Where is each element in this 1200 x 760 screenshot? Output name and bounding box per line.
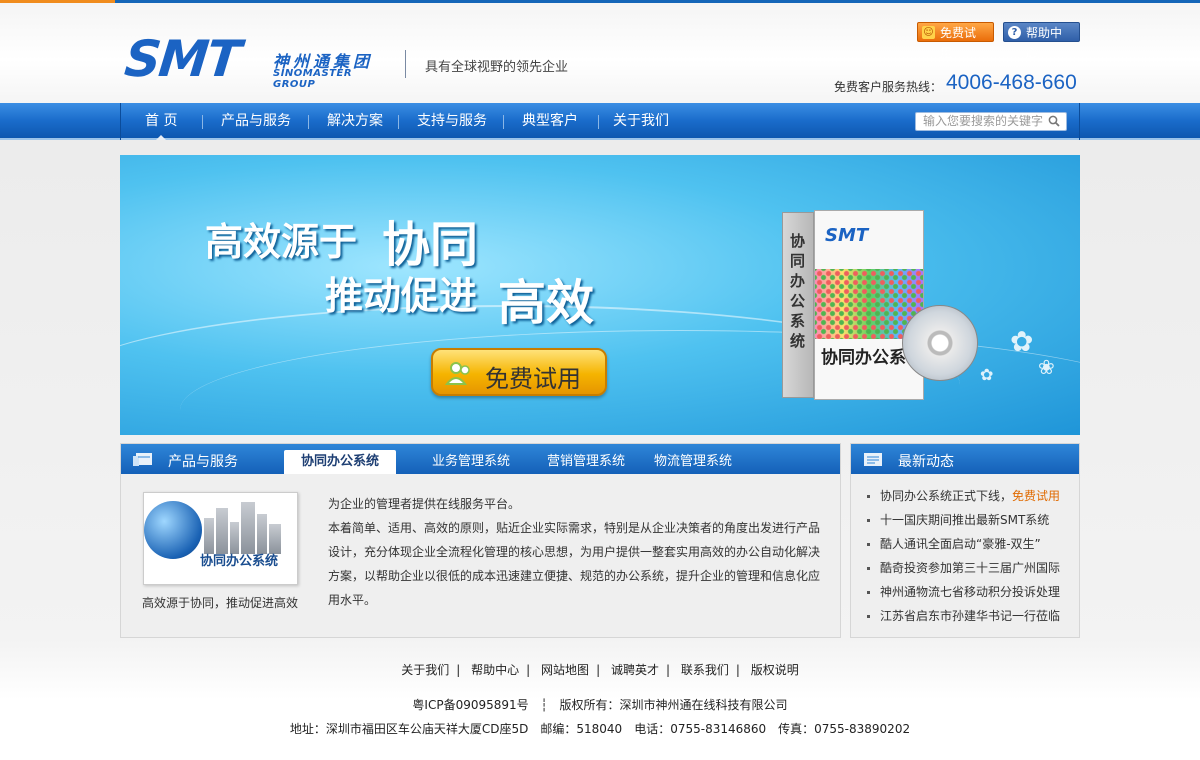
nav-separator bbox=[398, 115, 399, 129]
product-thumbnail-label: 协同办公系统 bbox=[200, 554, 279, 569]
footer-link-help[interactable]: 帮助中心 bbox=[471, 663, 519, 677]
nav-separator bbox=[202, 115, 203, 129]
nav-item-support[interactable]: 支持与服务 bbox=[417, 103, 487, 140]
help-center-label: 帮助中心 bbox=[1026, 26, 1063, 60]
free-trial-label: 免费试用 bbox=[940, 26, 977, 60]
footer-link-careers[interactable]: 诚聘英才 bbox=[611, 663, 659, 677]
question-icon: ? bbox=[1008, 26, 1021, 39]
news-item-text: 神州通物流七省移动积分投诉处理 bbox=[880, 585, 1061, 599]
nav-item-about[interactable]: 关于我们 bbox=[613, 103, 669, 140]
footer-link-sitemap[interactable]: 网站地图 bbox=[541, 663, 589, 677]
flower-decoration-icon: ✿ bbox=[1010, 325, 1034, 358]
footer-link-copyright[interactable]: 版权说明 bbox=[751, 663, 799, 677]
nav-separator bbox=[503, 115, 504, 129]
search-icon[interactable] bbox=[1048, 115, 1060, 127]
footer-separator: | bbox=[665, 663, 670, 677]
news-icon bbox=[864, 453, 882, 466]
banner-headline-2: 推动促进 bbox=[325, 274, 478, 318]
news-item[interactable]: 酷奇投资参加第三十三届广州国际 bbox=[867, 556, 1077, 580]
footer-separator: ┆ bbox=[540, 698, 548, 712]
product-box-name: 协同办公系 bbox=[821, 348, 906, 368]
hero-banner: 高效源于 协同 推动促进 高效 免费试用 协同办公系统 SMT 协同办公系 ✿ … bbox=[120, 155, 1080, 435]
footer-separator: | bbox=[456, 663, 461, 677]
footer-separator: | bbox=[526, 663, 531, 677]
flower-decoration-icon: ✿ bbox=[980, 365, 994, 384]
tab-business-system[interactable]: 业务管理系统 bbox=[421, 450, 521, 474]
product-intro: 为企业的管理者提供在线服务平台。 bbox=[328, 497, 521, 511]
footer-icp[interactable]: 粤ICP备09095891号 bbox=[412, 698, 528, 712]
news-free-trial-link[interactable]: 免费试用 bbox=[1012, 489, 1060, 503]
tab-marketing-system[interactable]: 营销管理系统 bbox=[536, 450, 636, 474]
product-box-front: SMT 协同办公系 bbox=[814, 210, 924, 400]
nav-item-home[interactable]: 首 页 bbox=[145, 103, 177, 140]
tab-office-system[interactable]: 协同办公系统 bbox=[284, 450, 396, 474]
free-trial-button[interactable]: ☺ 免费试用 bbox=[917, 22, 994, 60]
top-accent-line bbox=[0, 0, 1200, 3]
hotline-number: 4006-468-660 bbox=[946, 71, 1077, 94]
footer-copyright: 版权所有：深圳市神州通在线科技有限公司 bbox=[559, 698, 788, 712]
products-panel: 产品与服务 协同办公系统 业务管理系统 营销管理系统 物流管理系统 协同办公系统… bbox=[120, 443, 841, 638]
footer-legal: 粤ICP备09095891号 ┆ 版权所有：深圳市神州通在线科技有限公司 bbox=[0, 696, 1200, 713]
product-box-side: 协同办公系统 bbox=[782, 212, 814, 398]
company-logo[interactable]: SMT 神州通集团 SINOMASTER GROUP bbox=[121, 30, 390, 92]
product-box-logo: SMT bbox=[825, 225, 869, 246]
news-item[interactable]: 神州通物流七省移动积分投诉处理 bbox=[867, 580, 1077, 604]
top-accent-orange bbox=[0, 0, 115, 3]
banner-free-trial-button[interactable]: 免费试用 bbox=[431, 348, 607, 396]
cd-disc-image bbox=[902, 305, 978, 381]
logo-divider bbox=[405, 50, 406, 78]
user-icon: ☺ bbox=[922, 26, 935, 39]
tab-logistics-system[interactable]: 物流管理系统 bbox=[643, 450, 743, 474]
footer-address: 地址：深圳市福田区车公庙天祥大厦CD座5D 邮编：518040 电话：0755-… bbox=[289, 722, 911, 736]
product-description: 为企业的管理者提供在线服务平台。 本着简单、适用、高效的原则，贴近企业实际需求，… bbox=[328, 492, 828, 612]
news-item[interactable]: 酷人通讯全面启动“豪雅-双生” bbox=[867, 532, 1077, 556]
products-panel-title: 产品与服务 bbox=[168, 454, 238, 470]
building-graphic bbox=[257, 514, 267, 554]
news-item[interactable]: 江苏省启东市孙建华书记一行莅临 bbox=[867, 604, 1077, 628]
news-list: 协同办公系统正式下线，免费试用 十一国庆期间推出最新SMT系统 酷人通讯全面启动… bbox=[867, 484, 1077, 628]
product-box-side-text: 协同办公系统 bbox=[790, 232, 806, 350]
help-center-button[interactable]: ? 帮助中心 bbox=[1003, 22, 1080, 60]
product-box-image: 协同办公系统 SMT 协同办公系 bbox=[782, 210, 924, 400]
building-graphic bbox=[204, 518, 214, 554]
banner-free-trial-label: 免费试用 bbox=[485, 365, 581, 393]
window-icon bbox=[133, 453, 152, 466]
footer-link-contact[interactable]: 联系我们 bbox=[681, 663, 729, 677]
footer-link-about[interactable]: 关于我们 bbox=[401, 663, 449, 677]
building-graphic bbox=[216, 508, 228, 554]
nav-item-solutions[interactable]: 解决方案 bbox=[327, 103, 383, 140]
news-item[interactable]: 协同办公系统正式下线，免费试用 bbox=[867, 484, 1077, 508]
news-item[interactable]: 十一国庆期间推出最新SMT系统 bbox=[867, 508, 1077, 532]
logo-smt-text: SMT bbox=[121, 30, 242, 88]
footer-separator: | bbox=[596, 663, 601, 677]
nav-separator bbox=[598, 115, 599, 129]
news-item-text: 酷奇投资参加第三十三届广州国际 bbox=[880, 561, 1061, 575]
nav-item-customers[interactable]: 典型客户 bbox=[522, 103, 578, 140]
news-panel-title: 最新动态 bbox=[898, 454, 954, 470]
footer-separator: | bbox=[735, 663, 740, 677]
flower-decoration-icon: ❀ bbox=[1038, 355, 1055, 379]
product-caption: 高效源于协同，推动促进高效 bbox=[142, 596, 299, 610]
banner-headline-1: 高效源于 bbox=[205, 220, 358, 264]
news-item-text: 协同办公系统正式下线， bbox=[880, 489, 1013, 503]
logo-english-name: SINOMASTER GROUP bbox=[273, 68, 353, 90]
users-icon bbox=[445, 362, 470, 385]
news-panel-header: 最新动态 bbox=[851, 444, 1079, 474]
nav-item-products[interactable]: 产品与服务 bbox=[221, 103, 291, 140]
banner-highlight-2: 高效 bbox=[498, 275, 595, 331]
company-slogan: 具有全球视野的领先企业 bbox=[425, 60, 569, 75]
product-thumbnail[interactable]: 协同办公系统 bbox=[143, 492, 298, 585]
news-item-text: 江苏省启东市孙建华书记一行莅临 bbox=[880, 609, 1061, 623]
nav-separator bbox=[308, 115, 309, 129]
products-panel-header: 产品与服务 协同办公系统 业务管理系统 营销管理系统 物流管理系统 bbox=[121, 444, 840, 474]
search-input[interactable]: 输入您要搜索的关键字 bbox=[915, 112, 1067, 131]
globe-icon bbox=[144, 501, 202, 559]
news-item-text: 十一国庆期间推出最新SMT系统 bbox=[880, 513, 1050, 527]
footer-links: 关于我们 | 帮助中心 | 网站地图 | 诚聘英才 | 联系我们 | 版权说明 bbox=[0, 661, 1200, 678]
building-graphic bbox=[241, 502, 255, 554]
hotline-label: 免费客户服务热线： bbox=[834, 80, 943, 94]
news-panel: 最新动态 协同办公系统正式下线，免费试用 十一国庆期间推出最新SMT系统 酷人通… bbox=[850, 443, 1080, 638]
product-body: 本着简单、适用、高效的原则，贴近企业实际需求，特别是从企业决策者的角度出发进行产… bbox=[328, 521, 821, 607]
news-item-text: 酷人通讯全面启动“豪雅-双生” bbox=[880, 537, 1041, 551]
